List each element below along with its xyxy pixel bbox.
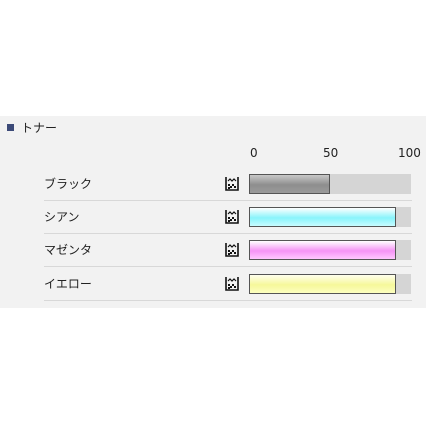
scale-max-label: 100 [398,146,421,160]
scale-mid-label: 50 [323,146,339,160]
toner-row: マゼンタ [44,233,412,266]
toner-level-fill [249,240,396,260]
section-title: トナー [21,120,58,135]
toner-level-fill [249,207,396,227]
toner-icon [225,243,239,257]
toner-level-track [249,207,411,227]
section-marker-icon [7,123,14,131]
toner-row: シアン [44,200,412,233]
toner-label: イエロー [44,277,92,291]
toner-level-track [249,240,411,260]
toner-level-track [249,274,411,294]
section-header: トナー [7,118,57,136]
scale-min-label: 0 [250,146,258,160]
toner-icon [225,210,239,224]
toner-level-track [249,174,411,194]
toner-row: イエロー [44,267,412,300]
toner-label: シアン [44,210,80,224]
row-divider [44,300,412,301]
toner-icon [225,177,239,191]
toner-label: マゼンタ [44,243,93,257]
toner-row: ブラック [44,167,412,200]
toner-level-fill [249,174,330,194]
toner-icon [225,277,239,291]
toner-level-fill [249,274,396,294]
toner-label: ブラック [44,177,93,191]
